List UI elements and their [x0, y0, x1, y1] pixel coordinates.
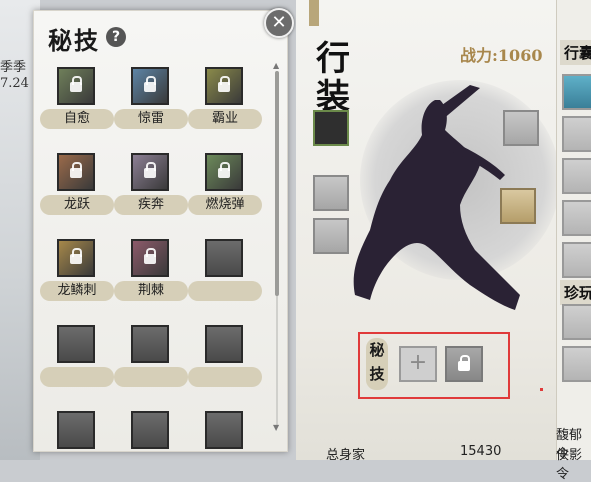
lock-icon[interactable] [445, 346, 483, 382]
net-worth-row: 总身家 15430 [296, 440, 536, 463]
skill-label: 疾奔 [114, 195, 188, 215]
skill-cell[interactable] [188, 325, 262, 395]
skill-label: 龙跃 [40, 195, 114, 215]
inventory-item-4[interactable] [562, 200, 591, 236]
background-text-2: 7.24 [0, 76, 29, 91]
secret-skill-tag: 秘技 [366, 338, 388, 390]
skill-cell[interactable]: 龙鳞刺 [40, 239, 114, 309]
skill-icon[interactable] [131, 239, 169, 277]
combat-power: 战力:1060 [460, 42, 542, 66]
skill-icon[interactable] [57, 67, 95, 105]
skill-cell[interactable]: 惊雷 [114, 67, 188, 137]
skill-cell[interactable]: 燃烧弹 [188, 153, 262, 223]
empty-slot-icon[interactable] [205, 325, 243, 363]
net-worth-label: 总身家 [326, 448, 366, 463]
equipment-slot-left-2[interactable] [313, 218, 349, 254]
background-text-1: 季季 [0, 60, 27, 75]
skill-label: 龙鳞刺 [40, 281, 114, 301]
skill-label: 自愈 [40, 109, 114, 129]
skill-label: 荆棘 [114, 281, 188, 301]
skill-cell[interactable] [114, 325, 188, 395]
skill-cell[interactable]: 自愈 [40, 67, 114, 137]
far-right-text-2: 侠影令 [556, 448, 583, 482]
skill-label [40, 367, 114, 387]
weapon-slot[interactable] [313, 110, 349, 146]
close-icon[interactable]: ✕ [264, 8, 294, 38]
skill-cell[interactable]: 荆棘 [114, 239, 188, 309]
empty-slot-icon[interactable] [131, 411, 169, 449]
bookmark-ribbon [309, 0, 319, 26]
secret-skill-panel: 秘技 ? ▲ ▼ 自愈 惊雷 霸业龙跃 疾奔 燃烧弹龙鳞刺 荆棘 [33, 10, 288, 452]
inventory-item-1[interactable] [562, 74, 591, 110]
skill-label [188, 281, 262, 301]
empty-slot-icon[interactable] [205, 411, 243, 449]
tab-treasures[interactable]: 珍玩 [560, 280, 591, 305]
skill-cell[interactable] [188, 411, 262, 481]
skill-cell[interactable] [114, 411, 188, 481]
treasure-item-2[interactable] [562, 346, 591, 382]
skill-label [114, 367, 188, 387]
inventory-item-3[interactable] [562, 158, 591, 194]
empty-slot-icon[interactable] [57, 325, 95, 363]
skill-cell[interactable] [40, 411, 114, 481]
skill-cell[interactable] [40, 325, 114, 395]
skill-cell[interactable]: 龙跃 [40, 153, 114, 223]
skill-label [188, 367, 262, 387]
skill-cell[interactable]: 霸业 [188, 67, 262, 137]
skill-cell[interactable] [188, 239, 262, 309]
skill-cell[interactable]: 疾奔 [114, 153, 188, 223]
skill-icon[interactable] [131, 67, 169, 105]
skill-label: 燃烧弹 [188, 195, 262, 215]
scroll-up-icon[interactable]: ▲ [273, 61, 279, 70]
inventory-item-2[interactable] [562, 116, 591, 152]
marker-dot [540, 388, 543, 391]
empty-slot-icon[interactable] [57, 411, 95, 449]
accessory-slot[interactable] [500, 188, 536, 224]
empty-slot-icon[interactable] [205, 239, 243, 277]
treasure-item-1[interactable] [562, 304, 591, 340]
scroll-down-icon[interactable]: ▼ [273, 423, 279, 432]
skill-icon[interactable] [205, 153, 243, 191]
power-label: 战力: [460, 46, 498, 65]
net-worth-value: 15430 [460, 444, 502, 459]
power-value: 1060 [497, 46, 543, 65]
scrollbar[interactable]: ▲ ▼ [273, 61, 280, 432]
skill-label: 惊雷 [114, 109, 188, 129]
skill-icon[interactable] [57, 153, 95, 191]
plus-icon[interactable]: + [399, 346, 437, 382]
scroll-thumb[interactable] [275, 71, 279, 296]
empty-slot-icon[interactable] [131, 325, 169, 363]
question-icon[interactable]: ? [106, 27, 126, 47]
inventory-item-5[interactable] [562, 242, 591, 278]
skill-icon[interactable] [131, 153, 169, 191]
equipment-slot-right-1[interactable] [503, 110, 539, 146]
tab-inventory[interactable]: 行囊 [560, 40, 591, 65]
skill-icon[interactable] [57, 239, 95, 277]
panel-title: 秘技 [48, 26, 100, 55]
equipment-slot-left-1[interactable] [313, 175, 349, 211]
skill-label: 霸业 [188, 109, 262, 129]
skill-icon[interactable] [205, 67, 243, 105]
